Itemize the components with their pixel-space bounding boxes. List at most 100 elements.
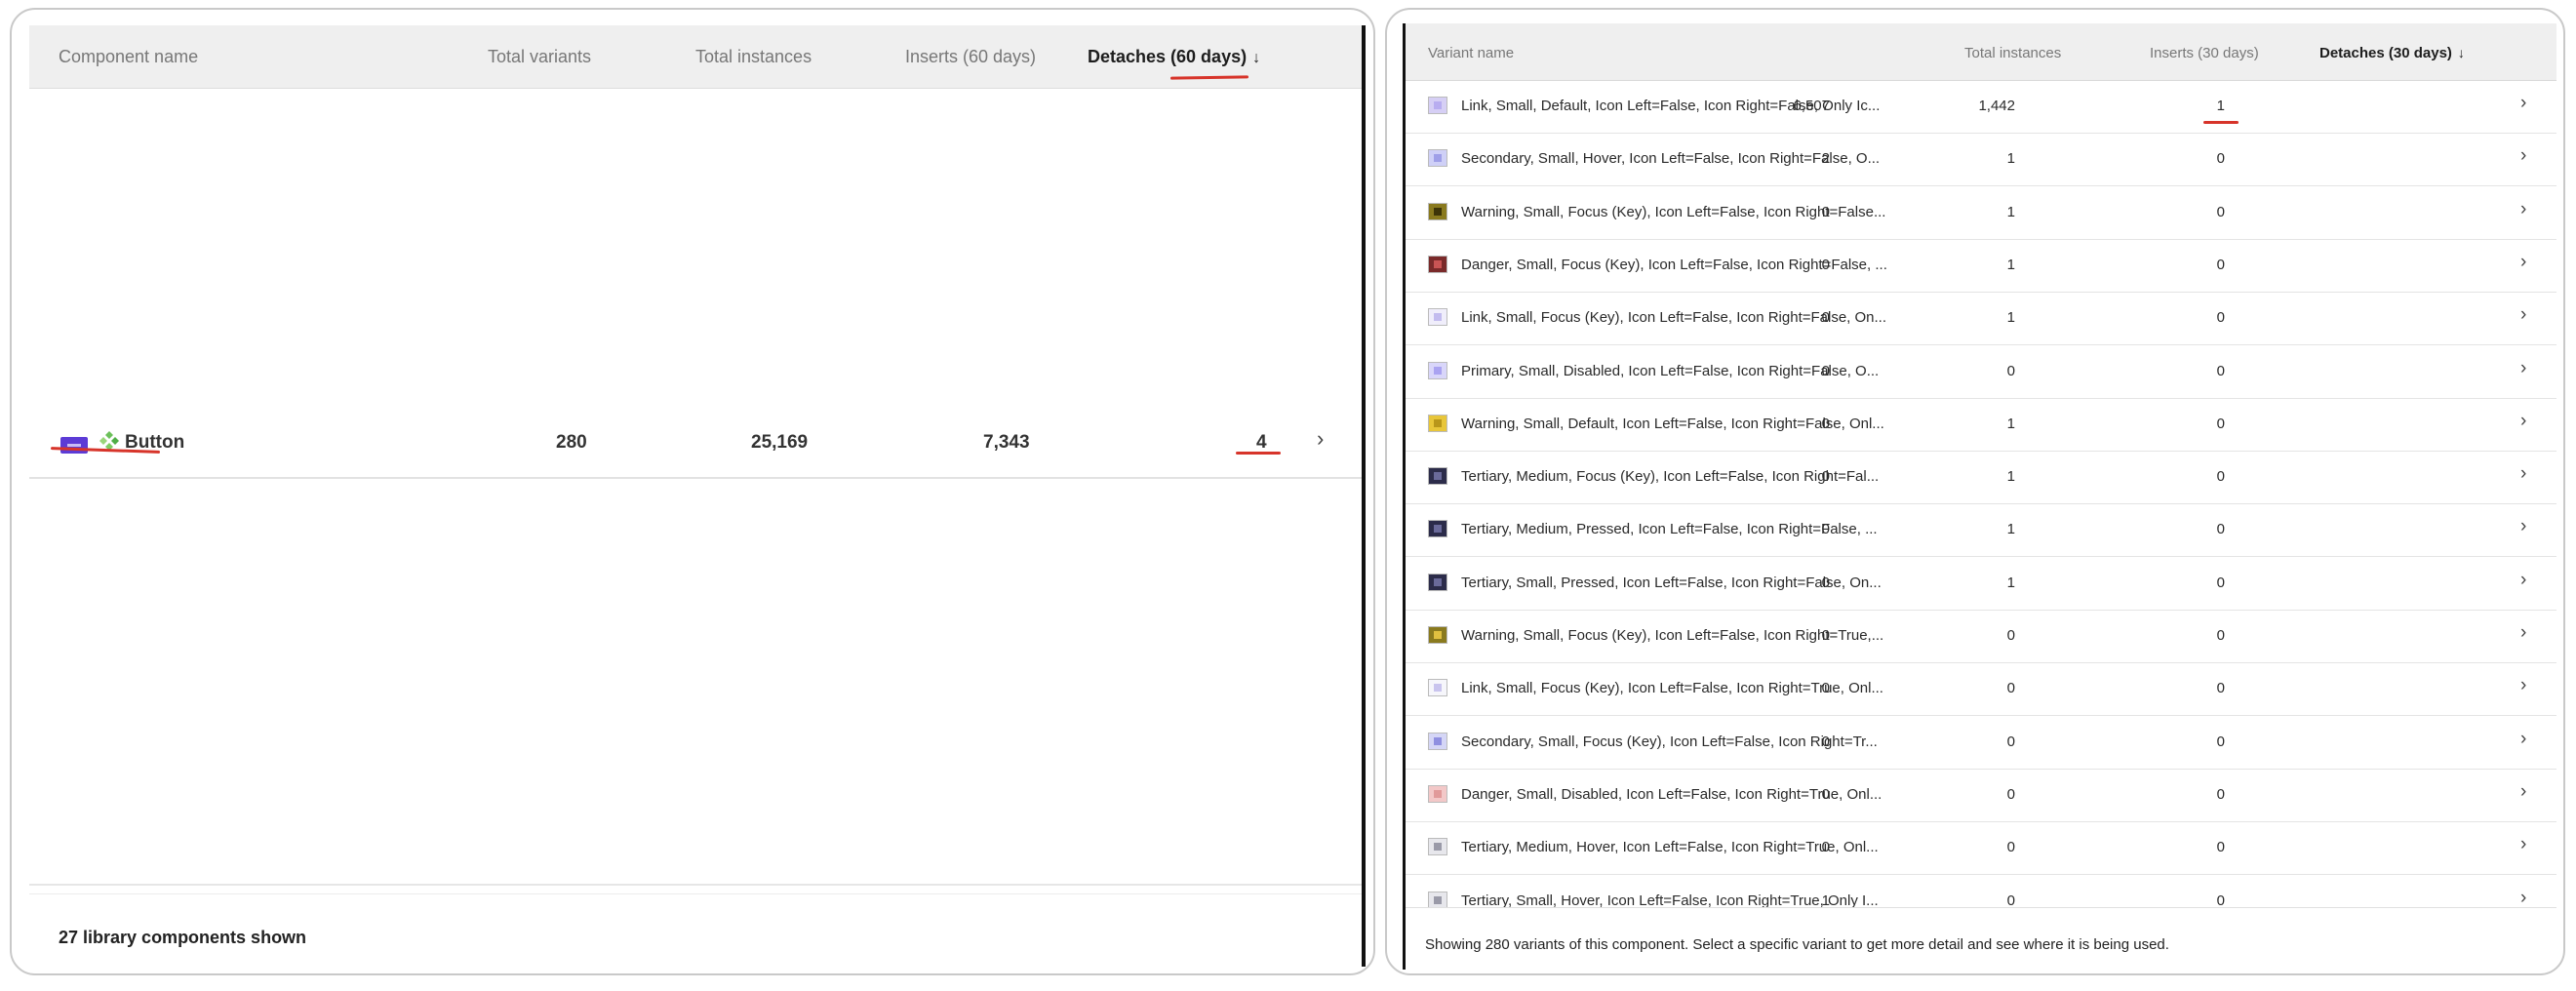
sort-descending-icon: ↓ [1252, 50, 1261, 66]
variant-row[interactable]: Link, Small, Default, Icon Left=False, I… [1406, 80, 2556, 134]
variant-row[interactable]: Link, Small, Focus (Key), Icon Left=Fals… [1406, 662, 2556, 717]
variant-row[interactable]: Tertiary, Medium, Focus (Key), Icon Left… [1406, 451, 2556, 505]
variant-swatch [1428, 626, 1447, 644]
chevron-right-icon[interactable]: › [2520, 781, 2526, 803]
inserts-value: 0 [2006, 839, 2015, 856]
variant-row[interactable]: Warning, Small, Default, Icon Left=False… [1406, 398, 2556, 452]
chevron-right-icon[interactable]: › [2520, 463, 2526, 485]
detaches-value: 0 [2216, 839, 2225, 856]
column-header-inserts[interactable]: Inserts (60 days) [905, 47, 1036, 67]
variant-swatch [1428, 784, 1447, 803]
variant-list[interactable]: Link, Small, Default, Icon Left=False, I… [1406, 80, 2556, 907]
chevron-right-icon[interactable]: › [2520, 252, 2526, 273]
variant-swatch [1428, 891, 1447, 907]
variant-swatch [1428, 573, 1447, 591]
column-header-total-instances[interactable]: Total instances [1964, 45, 2061, 61]
variant-row[interactable]: Tertiary, Small, Hover, Icon Left=False,… [1406, 875, 2556, 908]
total-instances-value: 0 [1821, 415, 1830, 432]
variant-swatch [1428, 414, 1447, 432]
detaches-value: 0 [2216, 309, 2225, 327]
column-header-total-instances[interactable]: Total instances [695, 47, 812, 67]
variant-row[interactable]: Tertiary, Medium, Pressed, Icon Left=Fal… [1406, 503, 2556, 558]
detaches-header-label: Detaches (60 days) [1088, 47, 1248, 66]
chevron-right-icon[interactable]: › [2520, 145, 2526, 167]
inserts-value: 1 [2006, 203, 2015, 220]
variant-swatch [1428, 732, 1447, 750]
table-header: Variant name Total instances Inserts (30… [1406, 23, 2556, 81]
variant-swatch-inner [1434, 418, 1442, 427]
variant-name: Secondary, Small, Hover, Icon Left=False… [1461, 150, 1881, 168]
variant-row[interactable]: Danger, Small, Disabled, Icon Left=False… [1406, 769, 2556, 822]
inserts-value: 1 [2006, 309, 2015, 327]
inserts-value: 0 [2006, 627, 2015, 644]
inserts-value: 1 [2006, 574, 2015, 591]
variant-swatch-inner [1434, 736, 1442, 745]
total-instances-value: 0 [1821, 839, 1830, 856]
total-instances-value: 0 [1821, 256, 1830, 273]
component-table: Component name Total variants Total inst… [29, 25, 1366, 967]
variant-swatch-inner [1434, 843, 1442, 852]
variant-row[interactable]: Tertiary, Medium, Hover, Icon Left=False… [1406, 821, 2556, 876]
components-count: 27 library components shown [59, 928, 307, 947]
variant-swatch [1428, 838, 1447, 856]
column-header-variant-name[interactable]: Variant name [1428, 45, 1514, 61]
variant-row[interactable]: Danger, Small, Focus (Key), Icon Left=Fa… [1406, 239, 2556, 293]
detaches-value: 0 [2216, 150, 2225, 168]
variant-row[interactable]: Warning, Small, Focus (Key), Icon Left=F… [1406, 610, 2556, 663]
variant-analytics-panel: Variant name Total instances Inserts (30… [1385, 8, 2565, 975]
total-instances-value: 0 [1821, 733, 1830, 750]
variant-swatch-inner [1434, 631, 1442, 639]
chevron-right-icon[interactable]: › [2520, 675, 2526, 696]
variant-name: Link, Small, Focus (Key), Icon Left=Fals… [1461, 680, 1883, 697]
column-header-inserts[interactable]: Inserts (30 days) [2150, 45, 2259, 61]
chevron-right-icon[interactable]: › [2520, 93, 2526, 114]
variant-row[interactable]: Secondary, Small, Focus (Key), Icon Left… [1406, 716, 2556, 770]
variant-name: Tertiary, Small, Pressed, Icon Left=Fals… [1461, 574, 1882, 591]
table-row[interactable]: Button 280 25,169 7,343 4 › [29, 405, 1362, 479]
chevron-right-icon[interactable]: › [2520, 570, 2526, 591]
chevron-right-icon[interactable]: › [2520, 199, 2526, 220]
total-instances-value: 0 [1821, 574, 1830, 591]
footer-divider [1406, 907, 2556, 908]
inserts-value: 7,343 [983, 432, 1030, 453]
variant-swatch-inner [1434, 525, 1442, 534]
variant-row[interactable]: Secondary, Small, Hover, Icon Left=False… [1406, 133, 2556, 187]
inserts-value: 0 [2006, 892, 2015, 908]
variant-row[interactable]: Warning, Small, Focus (Key), Icon Left=F… [1406, 186, 2556, 240]
total-instances-value: 6,507 [1793, 98, 1830, 114]
component-analytics-panel: Component name Total variants Total inst… [10, 8, 1375, 975]
inserts-value: 0 [2006, 733, 2015, 750]
variant-swatch [1428, 255, 1447, 273]
variant-swatch-inner [1434, 366, 1442, 375]
variant-swatch-inner [1434, 259, 1442, 268]
variant-swatch [1428, 202, 1447, 220]
component-thumbnail [60, 437, 88, 454]
column-header-detaches[interactable]: Detaches (30 days) ↓ [2319, 45, 2465, 61]
detaches-value: 0 [2216, 203, 2225, 220]
chevron-right-icon[interactable]: › [2520, 834, 2526, 855]
variant-row[interactable]: Primary, Small, Disabled, Icon Left=Fals… [1406, 345, 2556, 399]
chevron-right-icon[interactable]: › [2520, 729, 2526, 750]
chevron-right-icon[interactable]: › [2520, 411, 2526, 432]
column-header-detaches[interactable]: Detaches (60 days) ↓ [1088, 47, 1260, 67]
chevron-right-icon[interactable]: › [1317, 426, 1324, 452]
chevron-right-icon[interactable]: › [2520, 304, 2526, 326]
total-variants-value: 280 [556, 432, 587, 453]
variant-name: Warning, Small, Focus (Key), Icon Left=F… [1461, 203, 1886, 220]
chevron-right-icon[interactable]: › [2520, 358, 2526, 379]
detaches-value: 0 [2216, 627, 2225, 644]
variant-swatch-inner [1434, 895, 1442, 904]
detaches-value: 0 [2216, 256, 2225, 273]
detaches-value: 0 [2216, 785, 2225, 803]
variant-row[interactable]: Link, Small, Focus (Key), Icon Left=Fals… [1406, 292, 2556, 346]
column-header-total-variants[interactable]: Total variants [488, 47, 591, 67]
inserts-value: 1 [2006, 150, 2015, 168]
variant-swatch-inner [1434, 101, 1442, 109]
chevron-right-icon[interactable]: › [2520, 516, 2526, 537]
column-header-component-name[interactable]: Component name [59, 47, 198, 67]
variant-row[interactable]: Tertiary, Small, Pressed, Icon Left=Fals… [1406, 557, 2556, 611]
chevron-right-icon[interactable]: › [2520, 888, 2526, 908]
chevron-right-icon[interactable]: › [2520, 622, 2526, 644]
total-instances-value: 0 [1821, 309, 1830, 327]
variant-swatch [1428, 679, 1447, 697]
